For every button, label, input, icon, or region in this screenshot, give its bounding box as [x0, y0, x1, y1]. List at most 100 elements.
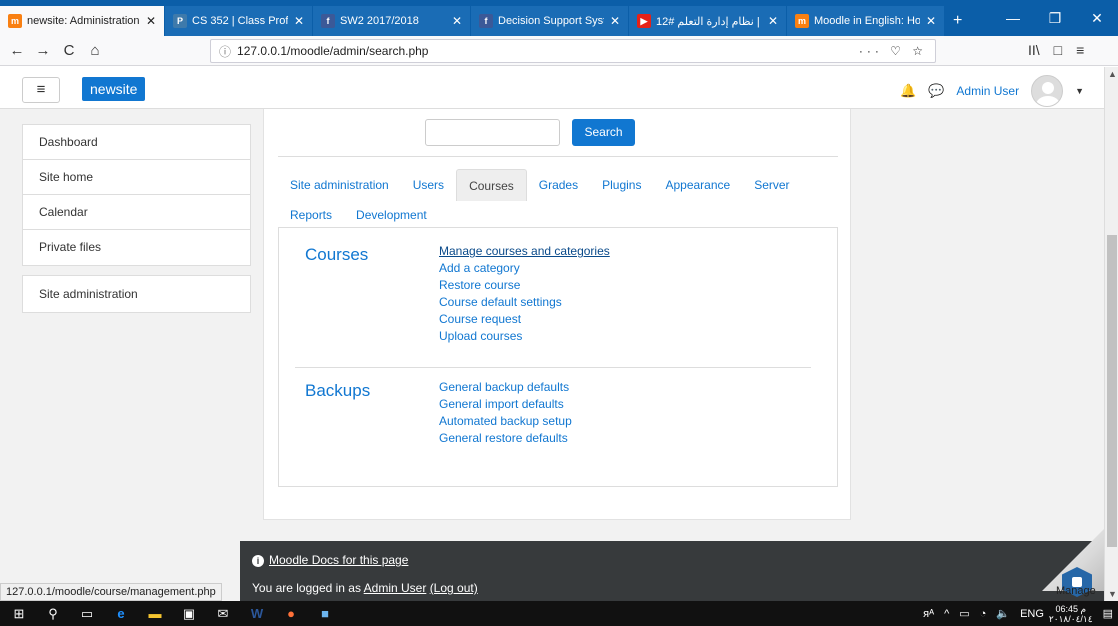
volume-icon[interactable]: 🔈 — [996, 607, 1010, 620]
info-icon[interactable]: ⓘ — [219, 43, 231, 60]
section-title-courses: Courses — [305, 245, 369, 264]
tab-youtube[interactable]: ▶ نظام إدارة التعلم #12 | (e ✕ — [629, 6, 787, 36]
word-icon[interactable]: W — [242, 601, 272, 626]
wifi-icon[interactable]: ◔ — [980, 608, 987, 620]
link-general-import-defaults[interactable]: General import defaults — [439, 396, 572, 413]
clock[interactable]: 06:45 م ٢٠١٨/٠٤/١٤ — [1049, 604, 1093, 624]
link-general-restore-defaults[interactable]: General restore defaults — [439, 430, 572, 447]
edge-icon[interactable]: e — [106, 601, 136, 626]
avatar[interactable] — [1031, 75, 1064, 107]
chevron-down-icon[interactable]: ▼ — [1075, 86, 1084, 96]
new-tab-button[interactable]: + — [945, 6, 973, 36]
mail-icon[interactable]: ✉ — [208, 601, 238, 626]
tab-users[interactable]: Users — [401, 169, 456, 201]
close-icon[interactable]: ✕ — [452, 14, 462, 28]
scrollbar-thumb[interactable] — [1107, 235, 1117, 547]
chat-icon[interactable]: 💬 — [928, 83, 944, 99]
start-windows-icon[interactable]: ⊞ — [4, 601, 34, 626]
sidebar-item-site-home[interactable]: Site home — [23, 160, 250, 195]
user-menu-area: 🔔 💬 Admin User ▼ — [900, 75, 1084, 107]
tab-grades[interactable]: Grades — [527, 169, 590, 201]
search-icon[interactable]: ⚲ — [38, 601, 68, 626]
close-icon[interactable]: ✕ — [610, 14, 620, 28]
tab-server[interactable]: Server — [742, 169, 801, 201]
close-icon[interactable]: ✕ — [926, 14, 936, 28]
close-icon[interactable]: ✕ — [146, 14, 156, 28]
firefox-icon[interactable]: ● — [276, 601, 306, 626]
reload-icon[interactable]: C — [56, 42, 82, 59]
scroll-up-icon[interactable]: ▲ — [1108, 69, 1117, 79]
drawer-toggle-button[interactable]: ≡ — [22, 77, 60, 103]
notifications-icon[interactable]: ▤ — [1103, 607, 1113, 620]
page-actions-icon[interactable]: ··· ♡ ☆ — [859, 44, 927, 58]
search-button[interactable]: Search — [572, 119, 635, 146]
url-text[interactable]: 127.0.0.1/moodle/admin/search.php — [237, 44, 428, 58]
link-course-request[interactable]: Course request — [439, 311, 610, 328]
tab-courses[interactable]: Courses — [456, 169, 527, 201]
facebook-icon: f — [479, 14, 493, 28]
task-view-icon[interactable]: ▭ — [72, 601, 102, 626]
tab-plugins[interactable]: Plugins — [590, 169, 653, 201]
sidebar-item-dashboard[interactable]: Dashboard — [23, 125, 250, 160]
footer-user-link[interactable]: Admin User — [364, 581, 427, 595]
language-indicator[interactable]: ENG — [1020, 608, 1044, 620]
battery-icon[interactable]: ▭ — [959, 607, 969, 620]
sidebar-item-calendar[interactable]: Calendar — [23, 195, 250, 230]
link-general-backup-defaults[interactable]: General backup defaults — [439, 379, 572, 396]
bell-icon[interactable]: 🔔 — [900, 83, 916, 99]
tab-dss[interactable]: f Decision Support System ✕ — [471, 6, 629, 36]
tab-moodle-english[interactable]: m Moodle in English: How ✕ — [787, 6, 945, 36]
youtube-icon: ▶ — [637, 14, 651, 28]
tab-site-administration[interactable]: Site administration — [278, 169, 401, 201]
forward-icon[interactable]: → — [30, 42, 56, 59]
scroll-down-icon[interactable]: ▼ — [1108, 589, 1117, 599]
link-restore-course[interactable]: Restore course — [439, 277, 610, 294]
tab-newsite[interactable]: m newsite: Administration: ✕ — [0, 6, 165, 36]
library-icon[interactable]: II\ — [1028, 42, 1040, 58]
moodle-docs-link[interactable]: i Moodle Docs for this page — [252, 553, 408, 567]
moodle-docs-text[interactable]: Moodle Docs for this page — [269, 553, 408, 567]
tab-title: CS 352 | Class Profile | Pi — [192, 15, 288, 27]
clock-date: ٢٠١٨/٠٤/١٤ — [1048, 613, 1093, 624]
sidebar-nav: Dashboard Site home Calendar Private fil… — [22, 124, 251, 266]
tab-title: Moodle in English: How — [814, 15, 920, 27]
people-icon[interactable]: ᴙᴬ — [923, 608, 934, 620]
close-window-icon[interactable]: ✕ — [1076, 10, 1118, 27]
sidebar-item-private-files[interactable]: Private files — [23, 230, 250, 265]
info-icon: i — [252, 555, 264, 567]
home-icon[interactable]: ⌂ — [82, 42, 108, 59]
file-explorer-icon[interactable]: ▬ — [140, 601, 170, 626]
link-automated-backup-setup[interactable]: Automated backup setup — [439, 413, 572, 430]
admin-tabs: Site administration Users Courses Grades… — [278, 169, 838, 229]
app-cube-icon[interactable]: ■ — [310, 601, 340, 626]
tab-appearance[interactable]: Appearance — [653, 169, 742, 201]
manage-label[interactable]: Manage — [1056, 585, 1096, 597]
status-bar-url: 127.0.0.1/moodle/course/management.php — [0, 583, 222, 601]
maximize-icon[interactable]: ❐ — [1034, 10, 1076, 27]
tab-title: Decision Support System — [498, 15, 604, 27]
user-name[interactable]: Admin User — [956, 84, 1019, 98]
link-course-default-settings[interactable]: Course default settings — [439, 294, 610, 311]
site-brand-link[interactable]: newsite — [82, 77, 146, 101]
admin-main-region: Search Site administration Users Courses… — [263, 109, 851, 520]
manage-widget[interactable]: Manage — [1036, 515, 1104, 601]
back-icon[interactable]: ← — [4, 42, 30, 59]
link-manage-courses[interactable]: Manage courses and categories — [439, 243, 610, 260]
link-add-category[interactable]: Add a category — [439, 260, 610, 277]
close-icon[interactable]: ✕ — [294, 14, 304, 28]
url-bar[interactable]: ⓘ 127.0.0.1/moodle/admin/search.php ··· … — [210, 39, 936, 63]
sidebar-item-site-administration[interactable]: Site administration — [23, 276, 250, 312]
hamburger-menu-icon[interactable]: ≡ — [1076, 42, 1084, 58]
search-input[interactable] — [425, 119, 560, 146]
sidebar-icon[interactable]: □ — [1054, 42, 1062, 58]
close-icon[interactable]: ✕ — [768, 14, 778, 28]
tab-cs352[interactable]: P CS 352 | Class Profile | Pi ✕ — [165, 6, 313, 36]
chevron-up-icon[interactable]: ^ — [944, 608, 949, 620]
divider — [278, 156, 838, 157]
link-upload-courses[interactable]: Upload courses — [439, 328, 610, 345]
tab-sw2[interactable]: f SW2 2017/2018 ✕ — [313, 6, 471, 36]
minimize-icon[interactable]: — — [992, 10, 1034, 26]
page-scrollbar[interactable]: ▲ ▼ — [1104, 67, 1118, 601]
store-icon[interactable]: ▣ — [174, 601, 204, 626]
logout-link[interactable]: (Log out) — [430, 581, 478, 595]
